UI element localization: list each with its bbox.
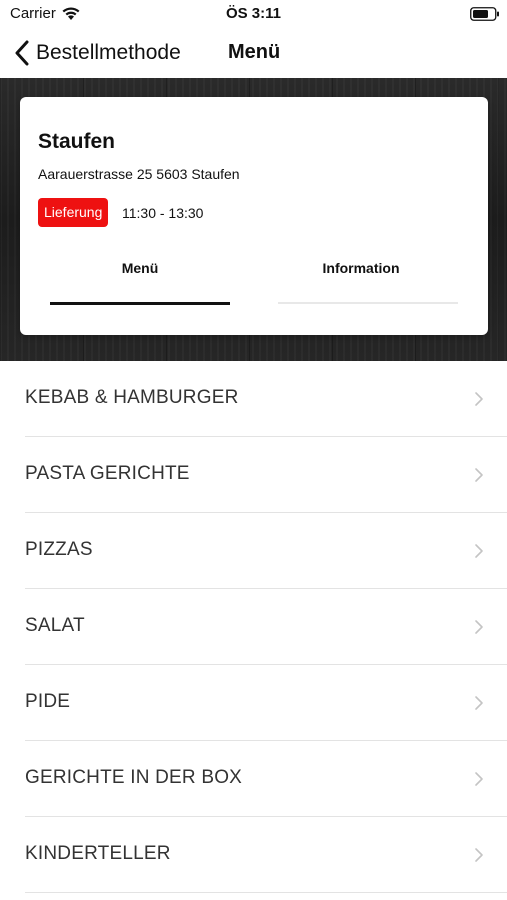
- chevron-right-icon: [475, 544, 483, 558]
- category-item-pizzas[interactable]: PIZZAS: [0, 513, 507, 589]
- chevron-right-icon: [475, 772, 483, 786]
- category-item-salat[interactable]: SALAT: [0, 589, 507, 665]
- chevron-right-icon: [475, 468, 483, 482]
- store-name: Staufen: [38, 130, 116, 153]
- back-button-label: Bestellmethode: [36, 41, 181, 64]
- status-time: ÖS 3:11: [225, 5, 282, 22]
- tab-information-indicator: [278, 302, 458, 304]
- store-info-card: Staufen Aarauerstrasse 25 5603 Staufen L…: [20, 97, 488, 335]
- opening-hours: 11:30 - 13:30: [122, 205, 204, 221]
- status-bar: Carrier ÖS 3:11: [0, 0, 507, 28]
- tab-information[interactable]: Information: [271, 260, 451, 276]
- category-label: PASTA GERICHTE: [25, 463, 190, 484]
- store-address: Aarauerstrasse 25 5603 Staufen: [38, 166, 240, 182]
- row-divider: [25, 892, 507, 893]
- category-label: PIZZAS: [25, 539, 93, 560]
- chevron-right-icon: [475, 848, 483, 862]
- category-item-kinderteller[interactable]: KINDERTELLER: [0, 817, 507, 893]
- battery-icon: [470, 7, 499, 21]
- tab-menu[interactable]: Menü: [50, 260, 230, 276]
- category-item-gerichte-in-der-box[interactable]: GERICHTE IN DER BOX: [0, 741, 507, 817]
- category-label: KINDERTELLER: [25, 843, 171, 864]
- category-label: GERICHTE IN DER BOX: [25, 767, 243, 788]
- category-item-pasta-gerichte[interactable]: PASTA GERICHTE: [0, 437, 507, 513]
- delivery-badge: Lieferung: [38, 198, 109, 227]
- category-label: SALAT: [25, 615, 85, 636]
- chevron-left-icon: [15, 40, 29, 66]
- category-label: PIDE: [25, 691, 71, 712]
- navigation-bar: Bestellmethode Menü: [0, 28, 507, 78]
- back-button[interactable]: Bestellmethode: [14, 38, 181, 68]
- chevron-right-icon: [475, 620, 483, 634]
- category-item-kebab-hamburger[interactable]: KEBAB & HAMBURGER: [0, 361, 507, 437]
- category-item-pide[interactable]: PIDE: [0, 665, 507, 741]
- page-title: Menü: [228, 41, 281, 63]
- tab-menu-active-indicator: [50, 302, 230, 305]
- category-list: KEBAB & HAMBURGER PASTA GERICHTE PIZZAS …: [0, 361, 507, 893]
- category-label: KEBAB & HAMBURGER: [25, 387, 239, 408]
- chevron-right-icon: [475, 392, 483, 406]
- chevron-right-icon: [475, 696, 483, 710]
